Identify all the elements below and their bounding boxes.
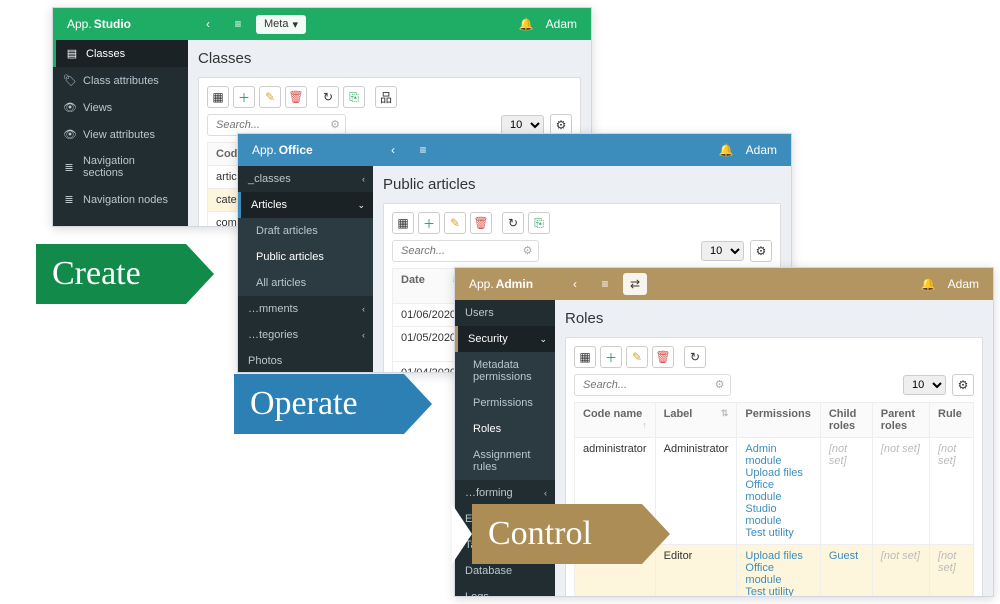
tree-button[interactable]: 品 [375, 86, 397, 108]
roles-table: Code name↑ Label⇅ Permissions Child role… [574, 402, 974, 596]
page-title: Classes [198, 50, 581, 67]
col-rule[interactable]: Rule [930, 403, 974, 438]
sidebar-sub-all[interactable]: All articles [238, 270, 373, 296]
office-sidebar: _classes‹ Articles⌄ Draft articles Publi… [238, 166, 373, 372]
edit-button[interactable]: ✎ [259, 86, 281, 108]
refresh-button[interactable]: ↻ [317, 86, 339, 108]
layers-icon: ≣ [63, 161, 75, 174]
sidebar-item-logs[interactable]: Logs [455, 584, 555, 596]
search-input[interactable]: ⚙ [392, 240, 539, 262]
arrow-operate: Operate [234, 374, 404, 434]
col-code[interactable]: Code name↑ [575, 403, 656, 438]
edit-button[interactable]: ✎ [626, 346, 648, 368]
meta-dropdown[interactable]: Meta▾ [256, 15, 306, 34]
refresh-button[interactable]: ↻ [502, 212, 524, 234]
back-button[interactable]: ‹ [196, 13, 220, 35]
col-perms[interactable]: Permissions [737, 403, 820, 438]
username[interactable]: Adam [546, 17, 577, 31]
list-icon: ▤ [66, 47, 78, 60]
sidebar-item-nav-nodes[interactable]: ≣Navigation nodes [53, 186, 188, 213]
delete-button[interactable]: 🗑 [652, 346, 674, 368]
chevron-down-icon: ⌄ [539, 334, 547, 345]
gear-icon[interactable]: ⚙ [523, 244, 533, 257]
sidebar-sub-draft[interactable]: Draft articles [238, 218, 373, 244]
sidebar-item-views[interactable]: 👁Views [53, 94, 188, 121]
back-button[interactable]: ‹ [563, 273, 587, 295]
sidebar-sub-roles[interactable]: Roles [455, 416, 555, 442]
sidebar-item-articles[interactable]: Articles⌄ [238, 192, 373, 218]
add-button[interactable]: ＋ [418, 212, 440, 234]
sidebar-item-classes[interactable]: ▤Classes [53, 40, 188, 67]
page-size[interactable]: 10⚙ [701, 240, 772, 262]
chevron-down-icon: ⌄ [357, 200, 365, 211]
office-topbar: App.Office ‹ ≡ 🔔 Adam [238, 134, 791, 166]
chevron-left-icon: ‹ [362, 174, 365, 184]
username[interactable]: Adam [746, 143, 777, 157]
search-input[interactable]: ⚙ [574, 374, 731, 396]
back-button[interactable]: ‹ [381, 139, 405, 161]
sidebar-item-class-attributes[interactable]: 🏷Class attributes [53, 67, 188, 94]
tag-icon: 🏷 [63, 74, 75, 87]
edit-button[interactable]: ✎ [444, 212, 466, 234]
eye-icon: 👁 [63, 128, 75, 141]
swap-button[interactable]: ⇄ [623, 273, 647, 295]
clone-button[interactable]: ⎘ [528, 212, 550, 234]
delete-button[interactable]: 🗑 [285, 86, 307, 108]
view-button[interactable]: ▦ [207, 86, 229, 108]
sidebar-item-view-attributes[interactable]: 👁View attributes [53, 121, 188, 148]
arrow-control: Control [472, 504, 642, 564]
sidebar-item-informing[interactable]: …forming‹ [455, 480, 555, 506]
bell-icon[interactable]: 🔔 [719, 143, 734, 157]
col-child[interactable]: Child roles [820, 403, 872, 438]
sidebar-sub-assignment[interactable]: Assignment rules [455, 442, 555, 480]
menu-button[interactable]: ≡ [411, 139, 435, 161]
arrow-create: Create [36, 244, 186, 304]
delete-button[interactable]: 🗑 [470, 212, 492, 234]
gear-icon[interactable]: ⚙ [715, 378, 725, 391]
sidebar-sub-public[interactable]: Public articles [238, 244, 373, 270]
col-parent[interactable]: Parent roles [872, 403, 929, 438]
sidebar-item-users[interactable]: Users [455, 300, 555, 326]
sidebar-item-comments[interactable]: …mments‹ [238, 296, 373, 322]
sidebar-sub-metaperm[interactable]: Metadata permissions [455, 352, 555, 390]
page-title: Public articles [383, 176, 781, 193]
eye-icon: 👁 [63, 101, 75, 114]
brand: App.Admin [455, 277, 555, 291]
clone-button[interactable]: ⎘ [343, 86, 365, 108]
sidebar-item-nav-sections[interactable]: ≣Navigation sections [53, 148, 188, 186]
menu-button[interactable]: ≡ [226, 13, 250, 35]
refresh-button[interactable]: ↻ [684, 346, 706, 368]
sidebar-item-security[interactable]: Security⌄ [455, 326, 555, 352]
view-button[interactable]: ▦ [574, 346, 596, 368]
username[interactable]: Adam [948, 277, 979, 291]
add-button[interactable]: ＋ [233, 86, 255, 108]
gear-icon[interactable]: ⚙ [750, 240, 772, 262]
caret-down-icon: ▾ [292, 18, 298, 31]
brand: App.Studio [53, 17, 188, 31]
toolbar: ▦ ＋ ✎ 🗑 ↻ ⎘ 品 [207, 86, 572, 108]
gear-icon[interactable]: ⚙ [952, 374, 974, 396]
sidebar-item-categories[interactable]: …tegories‹ [238, 322, 373, 348]
sidebar-sub-permissions[interactable]: Permissions [455, 390, 555, 416]
sidebar-item-photos[interactable]: Photos [238, 348, 373, 372]
page-size[interactable]: 10⚙ [903, 374, 974, 396]
bell-icon[interactable]: 🔔 [519, 17, 534, 31]
brand: App.Office [238, 143, 373, 157]
studio-sidebar: ▤Classes 🏷Class attributes 👁Views 👁View … [53, 40, 188, 226]
admin-topbar: App.Admin ‹ ≡ ⇄ 🔔 Adam [455, 268, 993, 300]
layers-icon: ≣ [63, 193, 75, 206]
studio-topbar: App.Studio ‹ ≡ Meta▾ 🔔 Adam [53, 8, 591, 40]
menu-button[interactable]: ≡ [593, 273, 617, 295]
sidebar-item-classes[interactable]: _classes‹ [238, 166, 373, 192]
add-button[interactable]: ＋ [600, 346, 622, 368]
gear-icon[interactable]: ⚙ [330, 118, 340, 131]
bell-icon[interactable]: 🔔 [921, 277, 936, 291]
view-button[interactable]: ▦ [392, 212, 414, 234]
col-label[interactable]: Label⇅ [655, 403, 737, 438]
page-title: Roles [565, 310, 983, 327]
